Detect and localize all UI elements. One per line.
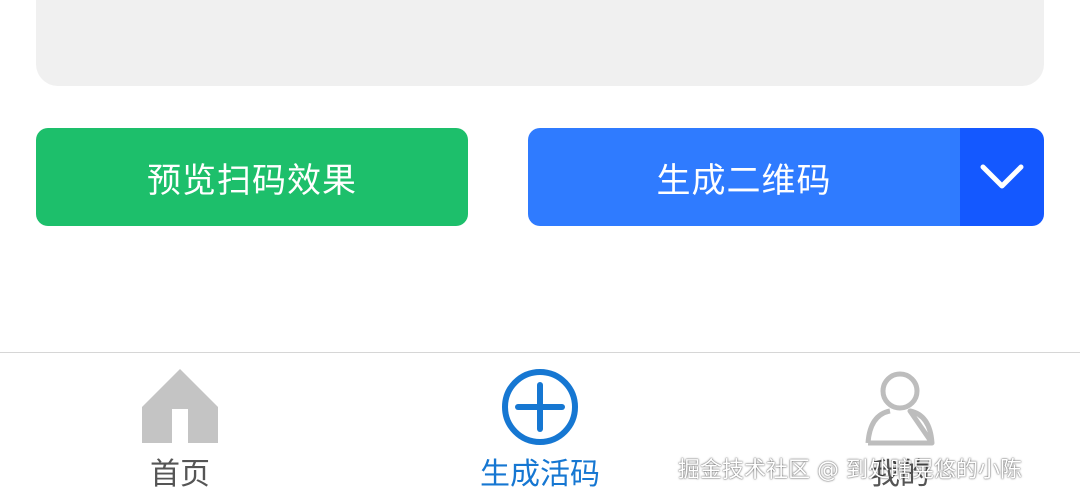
preview-scan-button[interactable]: 预览扫码效果 [36,128,468,226]
user-icon [865,371,935,446]
preview-panel [36,0,1044,86]
generate-dropdown-button[interactable] [960,128,1044,226]
generate-button-group: 生成二维码 [528,128,1044,226]
home-icon [142,369,218,443]
watermark-text: 掘金技术社区 @ 到处瞎晃悠的小陈 [678,458,1022,483]
generate-qrcode-button[interactable]: 生成二维码 [528,128,960,226]
chevron-down-icon [980,164,1024,189]
tab-home-label: 首页 [150,457,210,492]
plus-circle-icon [502,369,578,445]
tab-home[interactable]: 首页 [60,353,300,500]
tab-create-label: 生成活码 [480,457,600,492]
tab-create-live-code[interactable]: 生成活码 [420,353,660,500]
